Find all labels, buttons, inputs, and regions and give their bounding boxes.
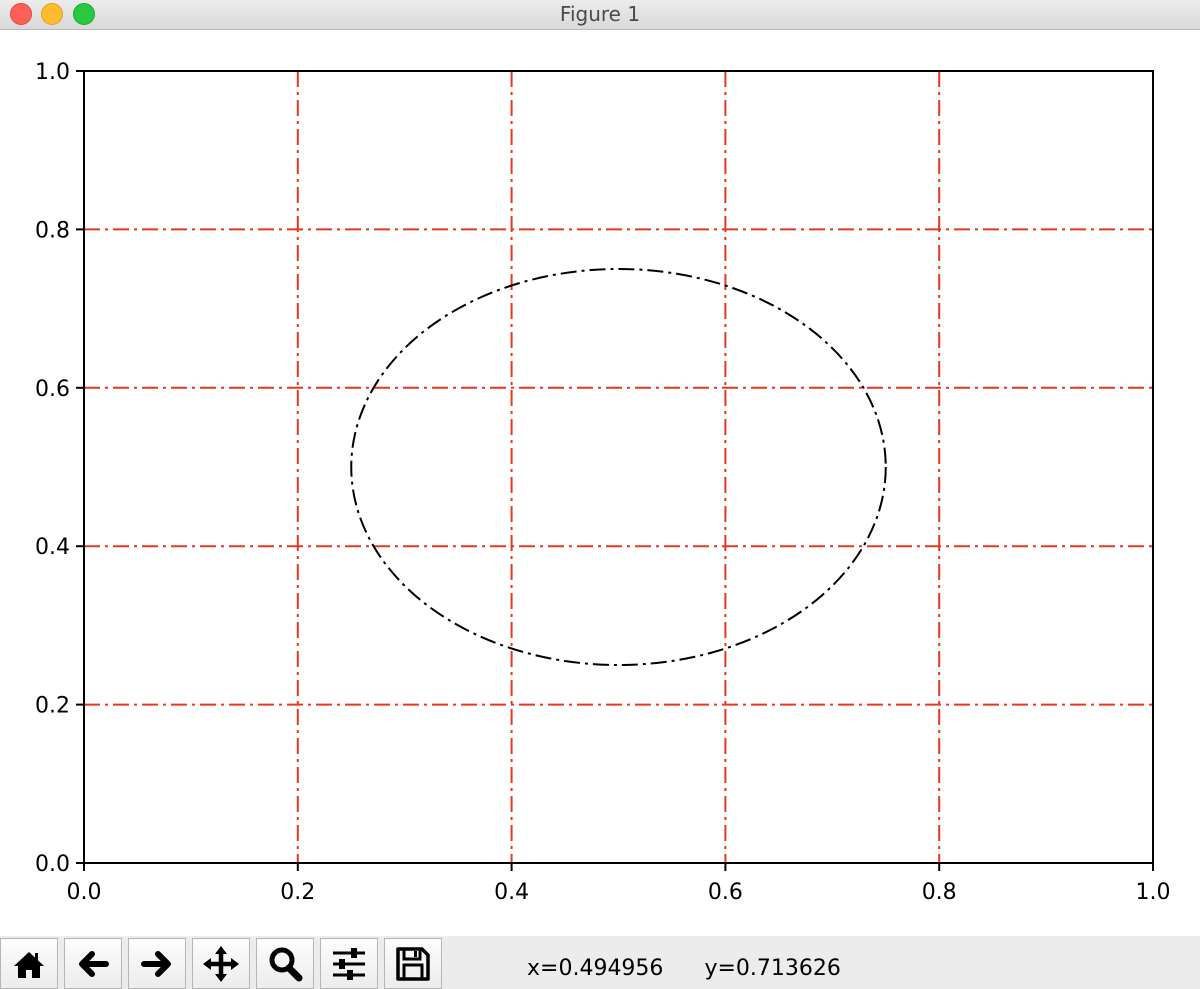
y-tick-label: 0.0	[35, 852, 70, 877]
axis-ticks: 0.0 0.2 0.4 0.6 0.8 1.0 0.0 0.2 0.4 0.6 0.8 1.0	[35, 60, 1171, 905]
back-button[interactable]	[64, 938, 122, 989]
x-tick-label: 1.0	[1136, 880, 1171, 905]
y-tick-label: 0.4	[35, 535, 70, 560]
arrow-right-icon	[141, 950, 171, 977]
forward-button[interactable]	[128, 938, 186, 989]
figure-canvas[interactable]: 0.0 0.2 0.4 0.6 0.8 1.0 0.0 0.2 0.4 0.6 0.8 1.0	[0, 30, 1200, 936]
magnifier-icon	[269, 947, 303, 981]
zoom-button[interactable]	[256, 938, 314, 989]
plot-shapes	[350, 268, 887, 666]
y-tick-label: 0.2	[35, 694, 70, 719]
x-tick-label: 0.6	[708, 880, 743, 905]
axes-frame	[83, 70, 1154, 864]
cursor-y-readout: y=0.713626	[704, 956, 841, 981]
grid-lines	[83, 70, 1154, 864]
x-tick-label: 0.4	[494, 880, 529, 905]
plot-svg[interactable]: 0.0 0.2 0.4 0.6 0.8 1.0 0.0 0.2 0.4 0.6 0.8 1.0	[0, 30, 1200, 936]
y-tick-label: 0.6	[35, 377, 70, 402]
home-icon	[14, 951, 44, 978]
navigation-toolbar: x=0.494956 y=0.713626	[0, 936, 1200, 989]
floppy-disk-icon	[396, 946, 430, 981]
ellipse-shape	[350, 268, 887, 666]
x-tick-label: 0.8	[922, 880, 957, 905]
window-title: Figure 1	[559, 2, 641, 26]
y-tick-label: 1.0	[35, 60, 70, 85]
configure-subplots-button[interactable]	[320, 938, 378, 989]
sliders-icon	[333, 947, 365, 980]
save-button[interactable]	[384, 938, 442, 989]
move-icon	[203, 945, 239, 982]
y-tick-label: 0.8	[35, 218, 70, 243]
x-tick-label: 0.2	[280, 880, 315, 905]
title-bar: Figure 1	[0, 0, 1200, 30]
cursor-coordinates: x=0.494956 y=0.713626	[527, 956, 841, 981]
arrow-left-icon	[79, 950, 109, 977]
figure-window: Figure 1 0.0 0.2 0.4 0.6 0.8 1.0 0.0 0.2 0.4 0.6 0…	[0, 0, 1200, 989]
cursor-x-readout: x=0.494956	[527, 956, 664, 981]
home-button[interactable]	[0, 938, 58, 989]
pan-button[interactable]	[192, 938, 250, 989]
x-tick-label: 0.0	[67, 880, 102, 905]
